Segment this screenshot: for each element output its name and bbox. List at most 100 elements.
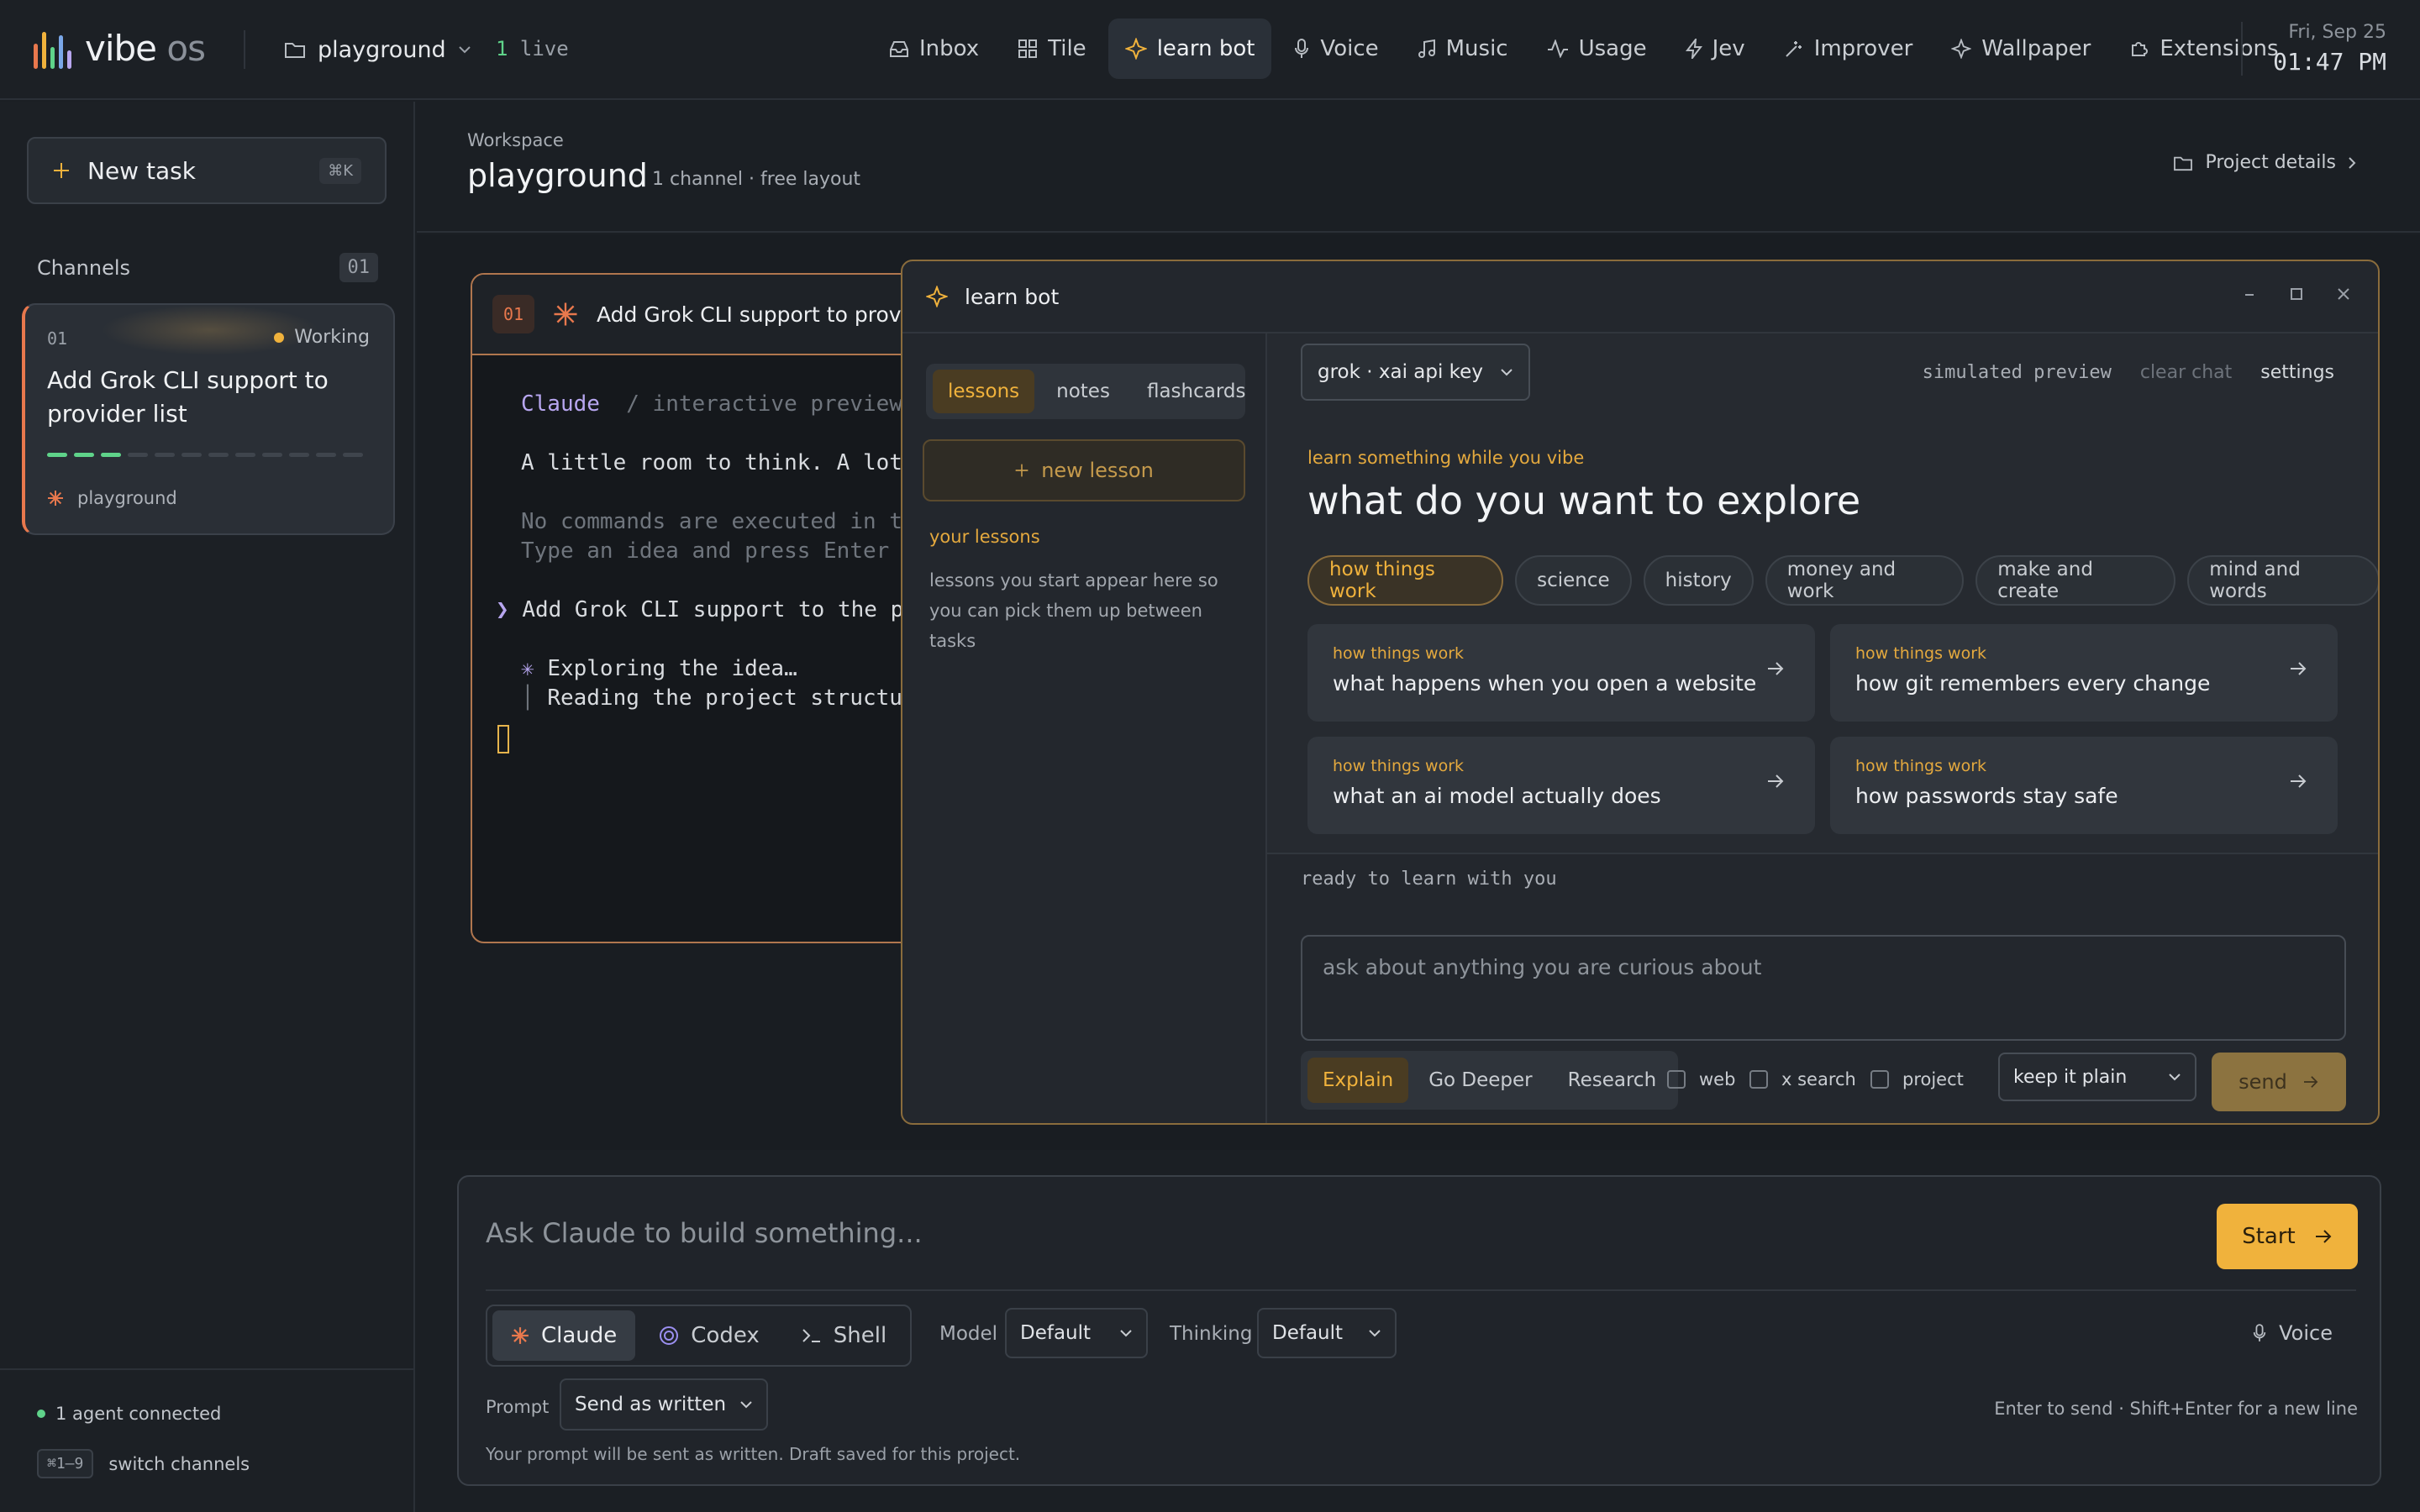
mode-explain[interactable]: Explain	[1307, 1058, 1409, 1103]
channel-title: Add Grok CLI support to provider list	[47, 366, 329, 428]
agent-name: Claude	[521, 391, 600, 417]
progress-segment	[316, 453, 336, 457]
settings-button[interactable]: settings	[2260, 362, 2334, 383]
learn-kicker: learn something while you vibe	[1307, 448, 1585, 468]
page-title: playground	[467, 157, 648, 194]
app-logo[interactable]: vibe os	[34, 27, 206, 69]
card-title: what an ai model actually does	[1333, 784, 1661, 808]
topic-chip[interactable]: science	[1515, 555, 1632, 606]
card-kicker: how things work	[1333, 757, 1465, 775]
voice-button[interactable]: Voice	[2252, 1321, 2333, 1345]
mode-go-deeper[interactable]: Go Deeper	[1413, 1058, 1547, 1103]
project-switcher[interactable]: playground	[284, 30, 471, 69]
terminal-line: No commands are executed in this	[521, 509, 942, 534]
terminal-line: A little room to think. A lot of	[521, 450, 942, 475]
divider	[486, 1289, 2356, 1291]
progress-segment	[235, 453, 255, 457]
nav-improver[interactable]: Improver	[1767, 18, 1930, 79]
suggestion-card[interactable]: how things work what happens when you op…	[1307, 624, 1815, 722]
prompt-select[interactable]: Send as written	[560, 1378, 768, 1431]
topic-chips: how things work science history money an…	[1307, 555, 2378, 606]
learn-bot-header[interactable]: learn bot	[902, 261, 2378, 333]
chevron-down-icon	[458, 45, 471, 54]
folder-icon	[284, 40, 306, 59]
learn-panel: grok · xai api key simulated preview cle…	[1267, 333, 2378, 1123]
progress-segment	[289, 453, 309, 457]
model-select[interactable]: Default	[1005, 1308, 1148, 1358]
tab-notes[interactable]: notes	[1041, 370, 1125, 413]
music-icon	[1418, 39, 1436, 59]
nav-learn-bot[interactable]: learn bot	[1107, 18, 1272, 79]
project-details-button[interactable]: Project details	[2173, 152, 2356, 173]
thinking-label: Thinking	[1170, 1323, 1253, 1345]
asterisk-icon	[553, 302, 578, 327]
maximize-icon[interactable]	[2287, 285, 2306, 303]
arrow-right-icon	[2314, 1229, 2333, 1244]
clear-chat-button[interactable]: clear chat	[2140, 362, 2232, 383]
new-task-button[interactable]: New task ⌘K	[27, 137, 387, 204]
terminal-icon	[802, 1327, 822, 1344]
topic-chip[interactable]: money and work	[1765, 555, 1965, 606]
start-button[interactable]: Start	[2217, 1204, 2358, 1269]
wand-icon	[1784, 39, 1804, 59]
model-select[interactable]: grok · xai api key	[1301, 344, 1530, 401]
tone-select[interactable]: keep it plain	[1998, 1053, 2196, 1101]
nav-jev[interactable]: Jev	[1669, 18, 1762, 79]
new-lesson-button[interactable]: new lesson	[923, 439, 1245, 501]
suggestion-card[interactable]: how things work what an ai model actuall…	[1307, 737, 1815, 834]
chevron-down-icon	[2168, 1073, 2181, 1081]
card-title: what happens when you open a website	[1333, 671, 1757, 696]
close-icon[interactable]	[2334, 285, 2353, 303]
mode-research[interactable]: Research	[1553, 1058, 1672, 1103]
learn-bot-window[interactable]: learn bot lessons notes flashcards new l…	[901, 260, 2380, 1125]
learn-input[interactable]: ask about anything you are curious about	[1301, 935, 2346, 1041]
window-controls	[2240, 285, 2353, 303]
sparkle-icon	[1951, 39, 1972, 59]
simulated-preview-label: simulated preview	[1922, 362, 2112, 383]
arrow-right-icon	[1766, 661, 1785, 676]
agent-codex[interactable]: Codex	[640, 1310, 778, 1361]
prompt-label: Prompt	[486, 1397, 550, 1417]
nav-usage[interactable]: Usage	[1530, 18, 1664, 79]
checkbox-box	[1667, 1070, 1686, 1089]
topic-chip[interactable]: make and create	[1975, 555, 2176, 606]
nav-music[interactable]: Music	[1401, 18, 1525, 79]
chevron-down-icon	[1500, 368, 1513, 376]
nav-voice[interactable]: Voice	[1276, 18, 1395, 79]
nav-tile[interactable]: Tile	[1001, 18, 1103, 79]
nav-wallpaper[interactable]: Wallpaper	[1934, 18, 2107, 79]
tab-lessons[interactable]: lessons	[933, 370, 1035, 413]
thinking-select[interactable]: Default	[1257, 1308, 1397, 1358]
topic-chip[interactable]: how things work	[1307, 555, 1504, 606]
spinner-icon: ✳	[521, 656, 534, 681]
activity-icon	[1547, 39, 1569, 58]
model-label: Model	[939, 1323, 998, 1345]
learn-status: ready to learn with you	[1267, 853, 2378, 903]
mic-icon	[1293, 38, 1310, 60]
folder-icon	[2173, 155, 2193, 171]
lessons-panel: lessons notes flashcards new lesson your…	[902, 333, 1267, 1123]
checkbox-box	[1870, 1070, 1889, 1089]
codex-icon	[659, 1326, 679, 1346]
divider	[244, 30, 245, 69]
suggestion-card[interactable]: how things work how passwords stay safe	[1830, 737, 2338, 834]
web-checkbox[interactable]: web	[1667, 1069, 1735, 1089]
composer-input[interactable]: Ask Claude to build something...	[486, 1217, 923, 1249]
chevron-down-icon	[1119, 1329, 1133, 1337]
x-search-checkbox[interactable]: x search	[1749, 1069, 1856, 1089]
puzzle-icon	[2129, 39, 2149, 59]
topic-chip[interactable]: history	[1643, 555, 1754, 606]
agent-shell[interactable]: Shell	[783, 1310, 905, 1361]
tab-flashcards[interactable]: flashcards	[1132, 370, 1261, 413]
progress-segment	[182, 453, 202, 457]
send-button[interactable]: send	[2212, 1053, 2346, 1111]
minimize-icon[interactable]	[2240, 285, 2259, 303]
project-checkbox[interactable]: project	[1870, 1069, 1964, 1089]
agent-claude[interactable]: Claude	[492, 1310, 636, 1361]
progress-segment	[343, 453, 363, 457]
draft-note: Your prompt will be sent as written. Dra…	[486, 1444, 1021, 1464]
topic-chip[interactable]: mind and words	[2187, 555, 2378, 606]
channel-card[interactable]: 01 Working Add Grok CLI support to provi…	[22, 303, 395, 535]
nav-inbox[interactable]: Inbox	[872, 18, 996, 79]
suggestion-card[interactable]: how things work how git remembers every …	[1830, 624, 2338, 722]
